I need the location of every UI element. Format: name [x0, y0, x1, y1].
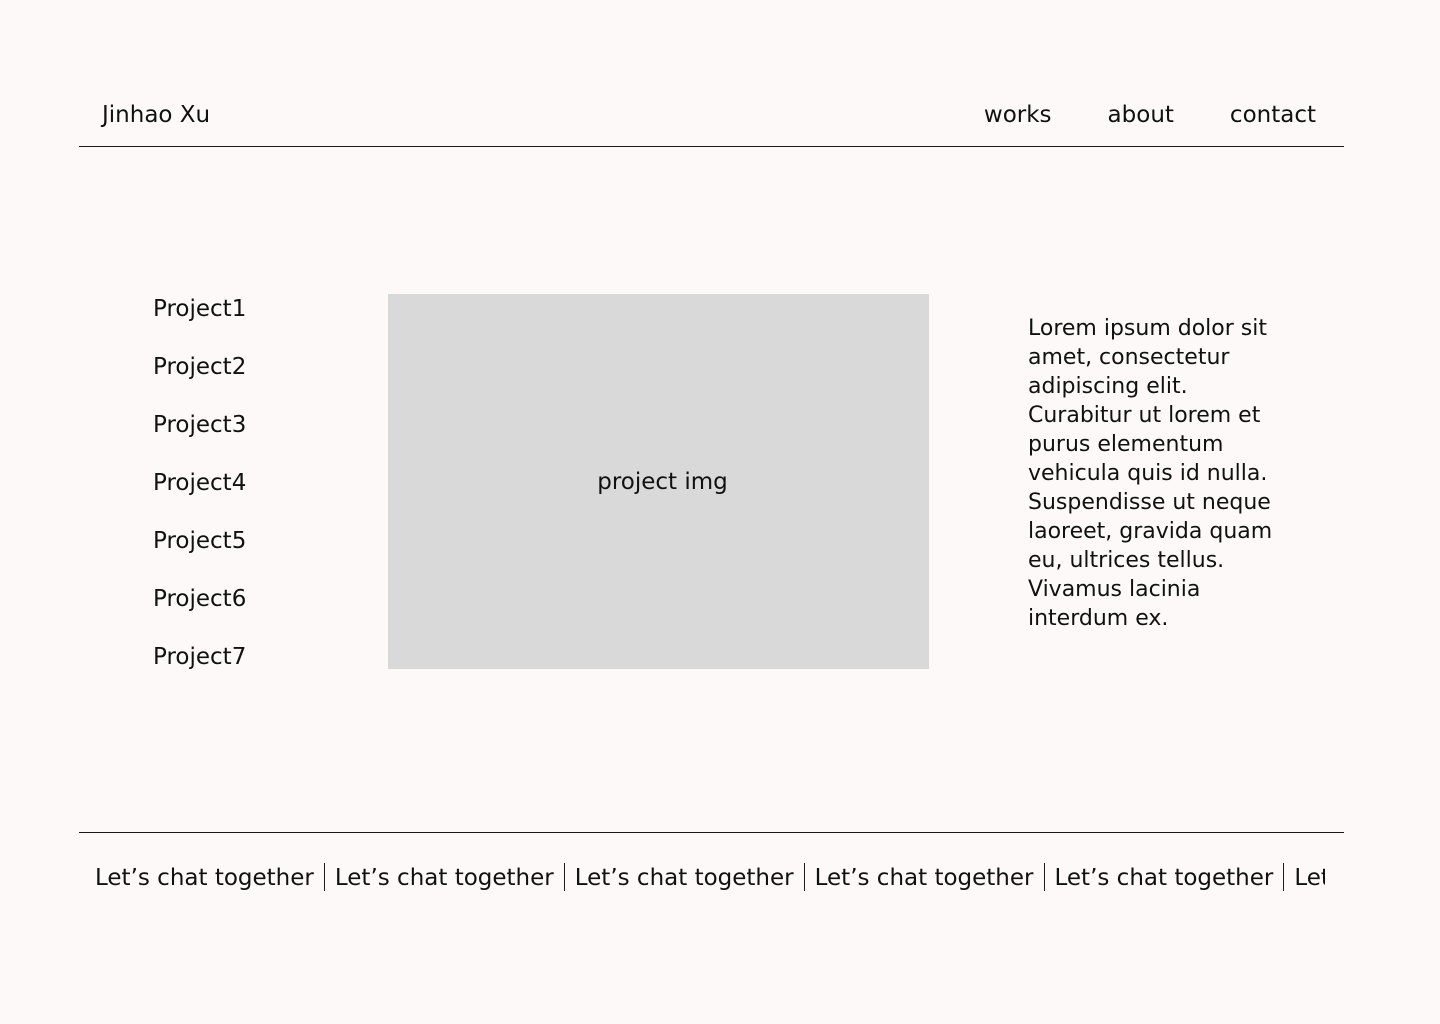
footer-marquee[interactable]: Let’s chat together Let’s chat together Le… — [95, 862, 1325, 894]
marquee-text: Let’s chat together — [814, 865, 1034, 891]
marquee-divider — [1043, 863, 1045, 891]
project-item-7[interactable]: Project7 — [153, 642, 246, 672]
nav-link-contact[interactable]: contact — [1230, 100, 1316, 130]
marquee-text: Let’s chat together — [574, 865, 794, 891]
nav-link-works[interactable]: works — [984, 100, 1052, 130]
marquee-divider — [563, 863, 565, 891]
marquee-text: Let’s chat together — [334, 865, 554, 891]
footer-divider — [79, 832, 1344, 833]
project-item-1[interactable]: Project1 — [153, 294, 246, 324]
marquee-divider — [1283, 863, 1285, 891]
project-list: Project1 Project2 Project3 Project4 Proj… — [153, 294, 246, 700]
portfolio-page: Jinhao Xu works about contact Project1 P… — [0, 0, 1440, 1024]
project-item-5[interactable]: Project5 — [153, 526, 246, 556]
marquee-divider — [323, 863, 325, 891]
project-description: Lorem ipsum dolor sit amet, consectetur … — [1028, 316, 1273, 631]
main-nav: works about contact — [984, 100, 1316, 130]
project-item-6[interactable]: Project6 — [153, 584, 246, 614]
marquee-text: Let’s chat together — [1294, 865, 1325, 891]
header-divider — [79, 146, 1344, 147]
project-item-4[interactable]: Project4 — [153, 468, 246, 498]
nav-link-about[interactable]: about — [1108, 100, 1174, 130]
marquee-divider — [803, 863, 805, 891]
marquee-text: Let’s chat together — [1054, 865, 1274, 891]
marquee-text: Let’s chat together — [95, 865, 314, 891]
project-item-2[interactable]: Project2 — [153, 352, 246, 382]
project-image-placeholder: project img — [388, 294, 929, 669]
site-brand[interactable]: Jinhao Xu — [102, 100, 210, 130]
project-image-label: project img — [597, 468, 728, 495]
project-item-3[interactable]: Project3 — [153, 410, 246, 440]
